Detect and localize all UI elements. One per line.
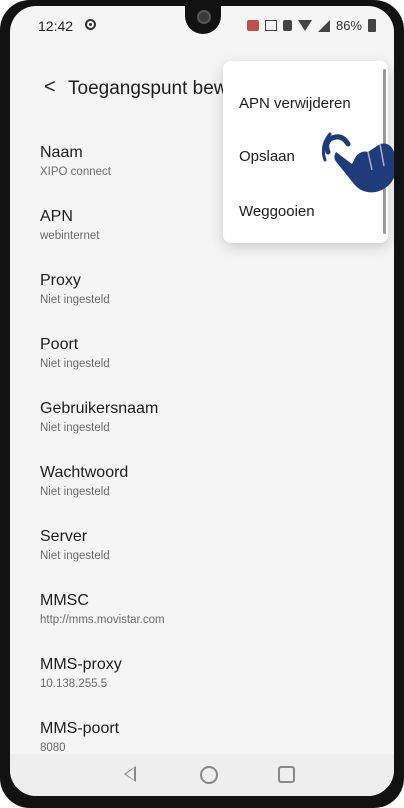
- setting-title: MMS-poort: [40, 720, 120, 737]
- front-camera-icon: [197, 10, 211, 24]
- page-title: Toegangspunt bewe: [68, 78, 239, 99]
- setting-gebruikersnaam[interactable]: Gebruikersnaam Niet ingesteld: [40, 400, 165, 464]
- setting-value: http://mms.movistar.com: [40, 614, 165, 626]
- screen: 12:42 86% < Toegangspunt bewe Naam XIPO …: [10, 6, 394, 796]
- setting-apn[interactable]: APN webinternet: [40, 208, 165, 272]
- setting-title: Server: [40, 528, 88, 545]
- setting-mms-proxy[interactable]: MMS-proxy 10.138.255.5: [40, 656, 165, 720]
- menu-item-apn-verwijderen[interactable]: APN verwijderen: [239, 95, 351, 112]
- setting-server[interactable]: Server Niet ingesteld: [40, 528, 165, 592]
- setting-value: Niet ingesteld: [40, 358, 110, 370]
- phone-frame: 12:42 86% < Toegangspunt bewe Naam XIPO …: [0, 0, 404, 808]
- setting-value: Niet ingesteld: [40, 422, 110, 434]
- nav-back-icon[interactable]: [124, 766, 136, 782]
- cast-icon: [246, 20, 259, 31]
- status-bar: 12:42 86%: [10, 6, 394, 46]
- setting-value: Niet ingesteld: [40, 550, 110, 562]
- status-time: 12:42: [38, 18, 74, 34]
- status-icons: 86%: [246, 18, 376, 33]
- setting-poort[interactable]: Poort Niet ingesteld: [40, 336, 165, 400]
- menu-item-opslaan[interactable]: Opslaan: [239, 148, 295, 165]
- tap-hand-icon: [322, 132, 394, 193]
- menu-item-weggooien[interactable]: Weggooien: [239, 203, 315, 220]
- battery-percent: 86%: [335, 18, 362, 33]
- setting-title: Naam: [40, 144, 83, 161]
- setting-value: XIPO connect: [40, 166, 111, 178]
- nav-home-icon[interactable]: [200, 766, 218, 784]
- wifi-icon: [297, 20, 312, 31]
- vibrate-icon: [282, 20, 292, 31]
- back-chevron-icon[interactable]: <: [44, 76, 56, 99]
- battery-icon: [368, 19, 376, 32]
- nfc-icon: [264, 20, 277, 31]
- signal-icon: [317, 19, 330, 32]
- setting-title: Wachtwoord: [40, 464, 129, 481]
- setting-value: 8080: [40, 742, 66, 754]
- navigation-bar: [10, 754, 394, 796]
- setting-value: 10.138.255.5: [40, 678, 108, 690]
- setting-title: MMSC: [40, 592, 89, 609]
- setting-title: MMS-proxy: [40, 656, 122, 673]
- setting-wachtwoord[interactable]: Wachtwoord Niet ingesteld: [40, 464, 165, 528]
- setting-title: Poort: [40, 336, 79, 353]
- nav-recents-icon[interactable]: [278, 766, 295, 783]
- setting-title: Proxy: [40, 272, 81, 289]
- setting-title: APN: [40, 208, 73, 225]
- record-icon: [85, 19, 96, 30]
- setting-proxy[interactable]: Proxy Niet ingesteld: [40, 272, 165, 336]
- setting-mmsc[interactable]: MMSC http://mms.movistar.com: [40, 592, 165, 656]
- setting-value: Niet ingesteld: [40, 486, 110, 498]
- setting-value: Niet ingesteld: [40, 294, 110, 306]
- apn-settings-list: Naam XIPO connect APN webinternet Proxy …: [40, 144, 165, 784]
- setting-naam[interactable]: Naam XIPO connect: [40, 144, 165, 208]
- setting-value: webinternet: [40, 230, 100, 242]
- setting-title: Gebruikersnaam: [40, 400, 159, 417]
